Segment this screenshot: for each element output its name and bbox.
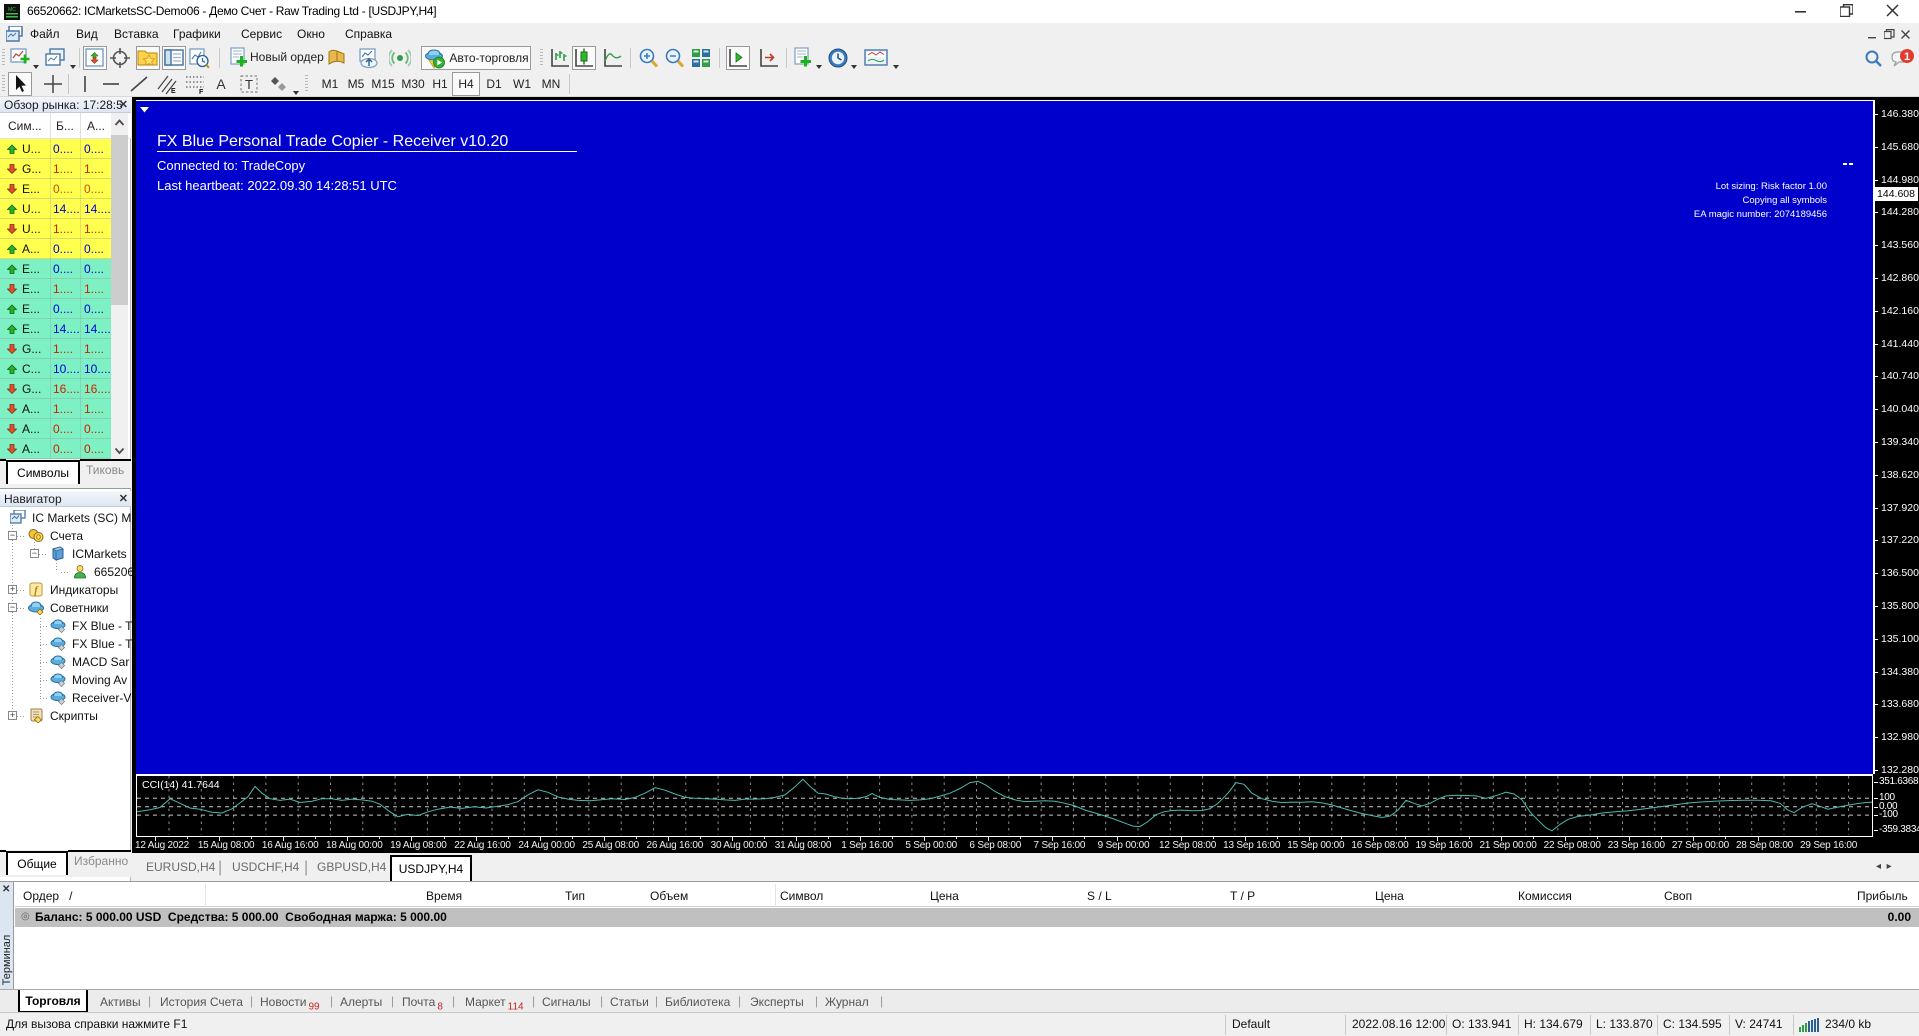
svg-text:MC: MC xyxy=(8,7,16,13)
svg-text:1: 1 xyxy=(1904,51,1910,63)
svg-text:T: T xyxy=(245,77,253,92)
svg-text:E: E xyxy=(171,88,176,95)
svg-text:A: A xyxy=(216,76,226,92)
svg-text:F: F xyxy=(199,89,204,95)
